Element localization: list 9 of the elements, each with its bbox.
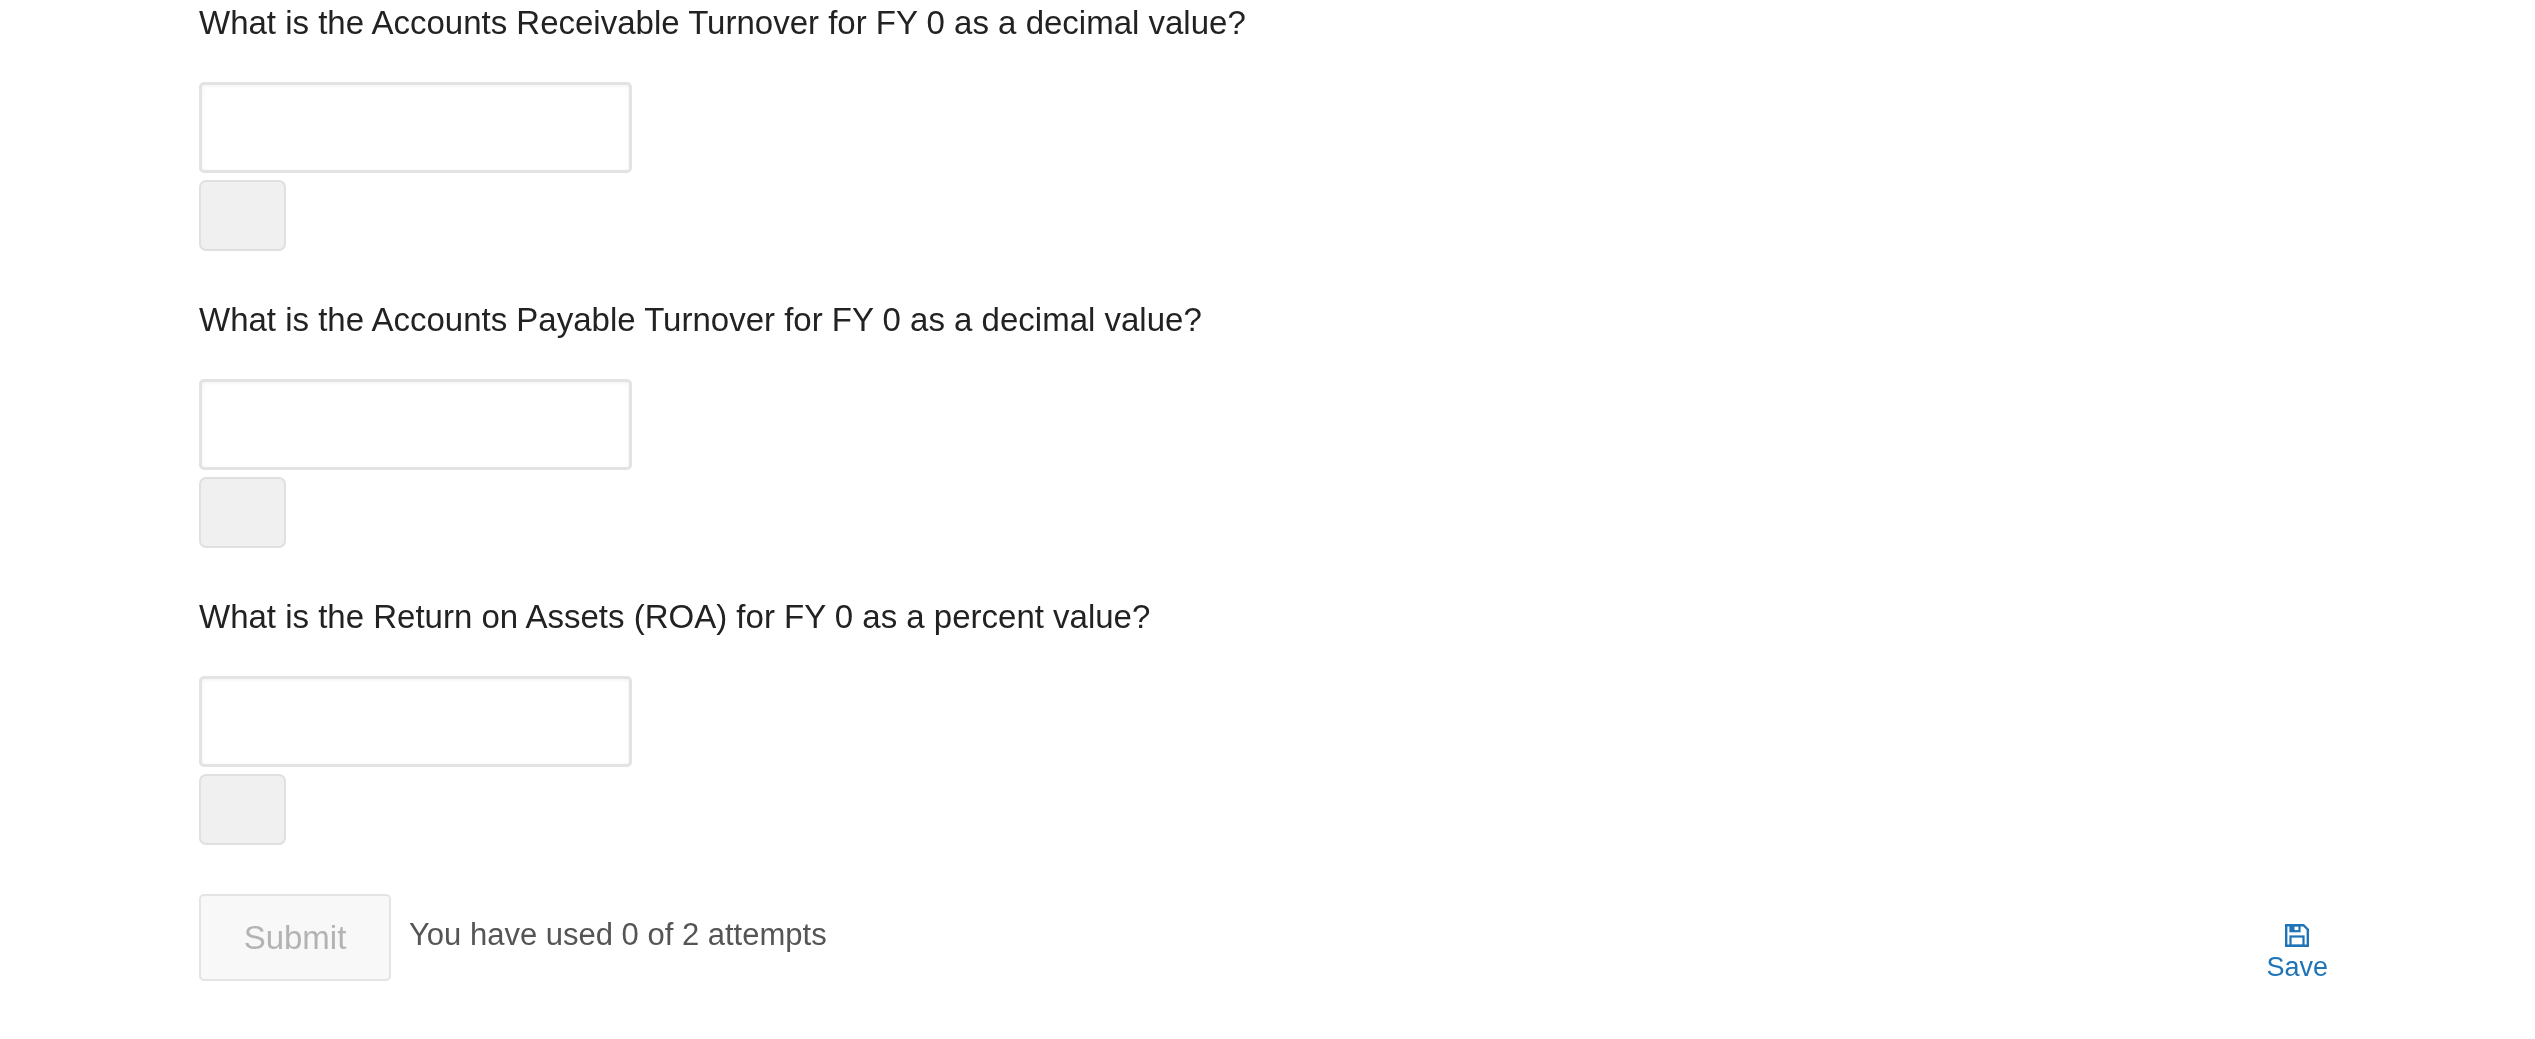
- save-button[interactable]: Save: [2266, 924, 2328, 983]
- answer-input[interactable]: [199, 676, 632, 767]
- question-text: What is the Accounts Payable Turnover for FY 0 as a decimal value?: [199, 300, 1202, 340]
- question-text: What is the Accounts Receivable Turnover for FY 0 as a decimal value?: [199, 3, 1246, 43]
- attempts-text: You have used 0 of 2 attempts: [409, 915, 827, 954]
- save-icon: [2285, 924, 2310, 947]
- question-text: What is the Return on Assets (ROA) for FY 0 as a percent value?: [199, 597, 1151, 637]
- answer-input[interactable]: [199, 379, 632, 470]
- answer-input[interactable]: [199, 82, 632, 173]
